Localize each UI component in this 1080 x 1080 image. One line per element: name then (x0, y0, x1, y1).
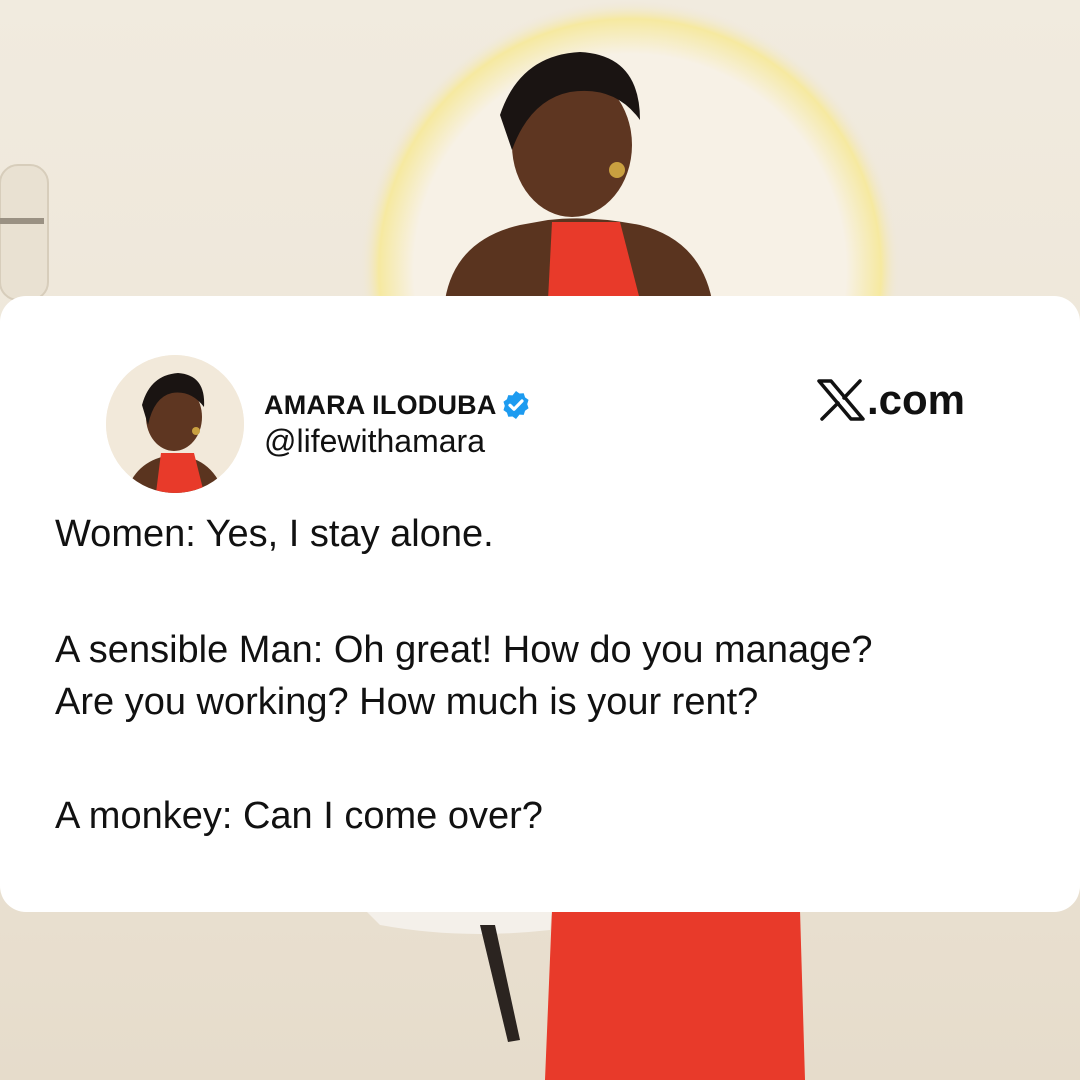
tweet-line: Women: Yes, I stay alone. (55, 513, 494, 555)
tweet-text: Women: Yes, I stay alone. A sensible Man… (55, 508, 1045, 842)
x-logo-icon (817, 379, 865, 421)
tweet-card: AMARA ILODUBA @lifewithamara .com Women:… (0, 296, 1080, 912)
display-name[interactable]: AMARA ILODUBA (264, 390, 497, 421)
tweet-line: A sensible Man: Oh great! How do you man… (55, 629, 873, 671)
tweet-line: A monkey: Can I come over? (55, 795, 543, 837)
user-handle[interactable]: @lifewithamara (264, 423, 485, 460)
name-row: AMARA ILODUBA (264, 389, 532, 421)
avatar[interactable] (106, 355, 244, 493)
brand-text: .com (867, 376, 966, 423)
brand-mark: .com (816, 376, 965, 424)
tweet-line: Are you working? How much is your rent? (55, 681, 759, 723)
verified-badge-icon (503, 391, 529, 419)
